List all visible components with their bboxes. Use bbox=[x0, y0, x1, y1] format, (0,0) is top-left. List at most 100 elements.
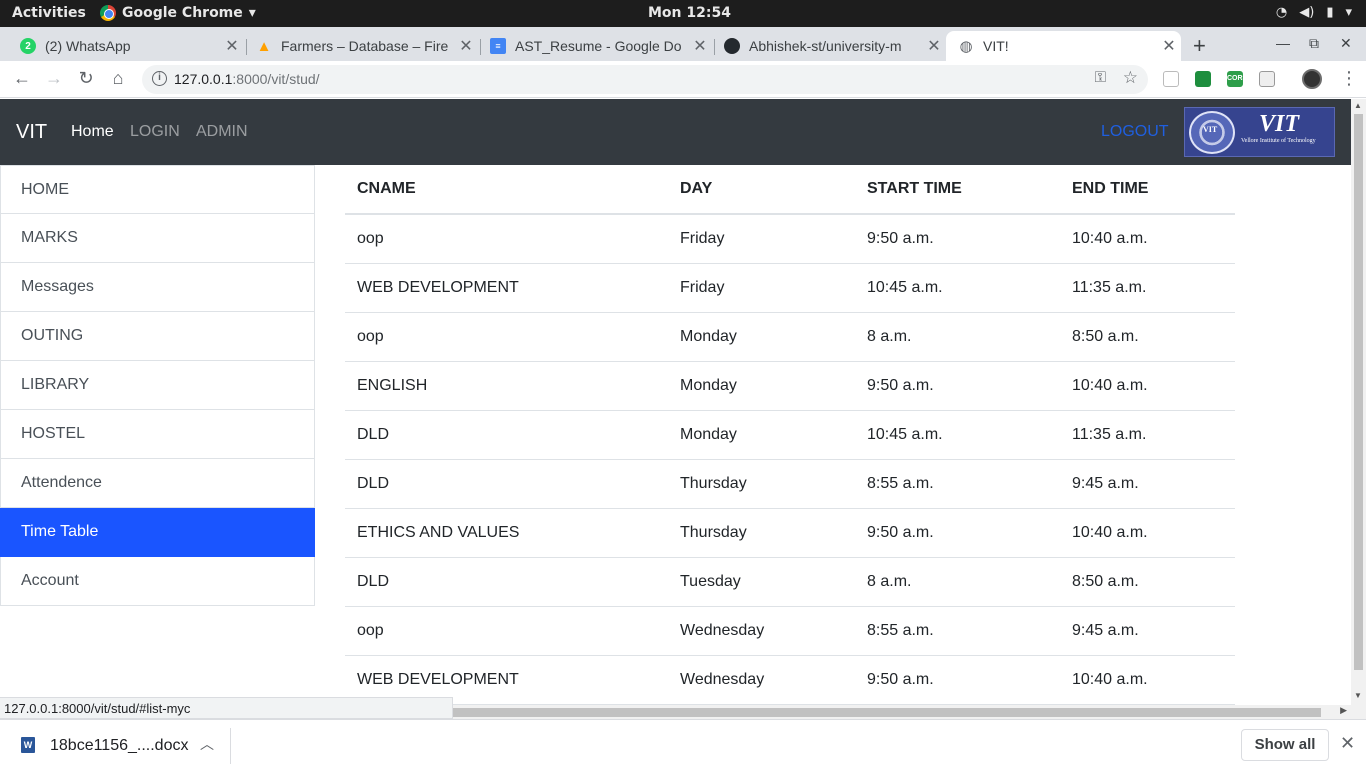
cell-day: Friday bbox=[668, 214, 855, 264]
scroll-right-icon[interactable]: ▶ bbox=[1340, 705, 1347, 716]
cell-cname: DLD bbox=[345, 410, 668, 460]
table-row: WEB DEVELOPMENT Friday 10:45 a.m. 11:35 a.m… bbox=[345, 263, 1235, 313]
activities-button[interactable]: Activities bbox=[12, 5, 86, 21]
cell-start-time: 8 a.m. bbox=[855, 312, 1060, 362]
scrollbar-thumb[interactable] bbox=[1354, 114, 1363, 670]
scroll-up-icon[interactable]: ▲ bbox=[1354, 101, 1362, 110]
table-row: WEB DEVELOPMENT Wednesday 9:50 a.m. 10:40 a… bbox=[345, 655, 1235, 705]
tab-title: Abhishek-st/university-m bbox=[749, 38, 902, 54]
menu-icon[interactable]: ⋮ bbox=[1340, 68, 1358, 89]
sidebar-item-account[interactable]: Account bbox=[0, 557, 315, 606]
cell-end-time: 10:40 a.m. bbox=[1060, 655, 1235, 705]
sidebar-item-messages[interactable]: Messages bbox=[0, 263, 315, 312]
scrollbar-thumb[interactable] bbox=[453, 708, 1321, 717]
sidebar-item-hostel[interactable]: HOSTEL bbox=[0, 410, 315, 459]
app-menu-label: Google Chrome bbox=[122, 5, 243, 21]
sidebar-item-time-table[interactable]: Time Table bbox=[0, 508, 315, 557]
tab-title: AST_Resume - Google Do bbox=[515, 38, 682, 54]
cell-end-time: 8:50 a.m. bbox=[1060, 557, 1235, 607]
vit-seal-icon: VIT bbox=[1189, 111, 1235, 154]
nav-link-home[interactable]: Home bbox=[71, 123, 114, 141]
tab-vit[interactable]: ◍ VIT! ✕ bbox=[946, 31, 1181, 61]
cell-cname: WEB DEVELOPMENT bbox=[345, 263, 668, 313]
system-top-bar: Activities Google Chrome ▾ Mon 12:54 ◔ ◀… bbox=[0, 0, 1366, 27]
extension-icon[interactable] bbox=[1163, 71, 1179, 87]
chrome-icon bbox=[100, 5, 116, 21]
nav-link-login[interactable]: LOGIN bbox=[130, 123, 180, 141]
clock[interactable]: Mon 12:54 bbox=[648, 5, 731, 21]
logo-subtitle: Vellore Institute of Technology bbox=[1241, 138, 1316, 144]
tab-google-docs[interactable]: ≡ AST_Resume - Google Do ✕ bbox=[480, 31, 712, 61]
cell-end-time: 11:35 a.m. bbox=[1060, 410, 1235, 460]
tab-github[interactable]: Abhishek-st/university-m ✕ bbox=[714, 31, 946, 61]
chevron-up-icon[interactable]: ︿ bbox=[200, 734, 214, 754]
reload-button[interactable]: ↻ bbox=[74, 68, 98, 89]
cell-start-time: 10:45 a.m. bbox=[855, 410, 1060, 460]
cell-end-time: 8:50 a.m. bbox=[1060, 312, 1235, 362]
profile-avatar[interactable] bbox=[1302, 69, 1322, 89]
volume-icon: ◀) bbox=[1299, 5, 1315, 20]
window-close-button[interactable]: ✕ bbox=[1340, 35, 1352, 52]
close-icon[interactable]: ✕ bbox=[926, 36, 942, 56]
column-header-end-time: END TIME bbox=[1060, 165, 1235, 215]
close-icon[interactable]: ✕ bbox=[1340, 733, 1355, 754]
table-row: DLD Thursday 8:55 a.m. 9:45 a.m. bbox=[345, 459, 1235, 509]
word-document-icon: W bbox=[21, 737, 35, 753]
bookmark-star-icon[interactable]: ☆ bbox=[1123, 68, 1138, 88]
table-row: oop Friday 9:50 a.m. 10:40 a.m. bbox=[345, 214, 1235, 264]
close-icon[interactable]: ✕ bbox=[692, 36, 708, 56]
whatsapp-icon: 2 bbox=[20, 38, 36, 54]
browser-toolbar: ← → ↻ ⌂ i 127.0.0.1:8000/vit/stud/ ⚿ ☆ C… bbox=[0, 61, 1366, 98]
cell-day: Tuesday bbox=[668, 557, 855, 607]
restore-button[interactable]: ⧉ bbox=[1309, 35, 1319, 52]
cell-end-time: 10:40 a.m. bbox=[1060, 508, 1235, 558]
tab-firebase[interactable]: ▲ Farmers – Database – Fire ✕ bbox=[246, 31, 478, 61]
tab-title: VIT! bbox=[983, 38, 1009, 54]
chevron-down-icon: ▾ bbox=[248, 5, 256, 21]
vertical-scrollbar[interactable]: ▲ ▼ bbox=[1351, 99, 1366, 719]
show-all-button[interactable]: Show all bbox=[1241, 729, 1329, 761]
sidebar-item-attendence[interactable]: Attendence bbox=[0, 459, 315, 508]
cell-cname: oop bbox=[345, 312, 668, 362]
close-icon[interactable]: ✕ bbox=[1161, 36, 1177, 56]
cors-extension-icon[interactable]: CORS bbox=[1227, 71, 1247, 87]
sidebar-item-marks[interactable]: MARKS bbox=[0, 214, 315, 263]
scroll-down-icon[interactable]: ▼ bbox=[1354, 691, 1362, 700]
tab-whatsapp[interactable]: 2 (2) WhatsApp ✕ bbox=[0, 31, 244, 61]
new-tab-button[interactable]: + bbox=[1193, 33, 1206, 59]
app-menu[interactable]: Google Chrome ▾ bbox=[100, 5, 256, 21]
sidebar-item-library[interactable]: LIBRARY bbox=[0, 361, 315, 410]
cell-start-time: 9:50 a.m. bbox=[855, 508, 1060, 558]
table-row: DLD Tuesday 8 a.m. 8:50 a.m. bbox=[345, 557, 1235, 607]
back-button[interactable]: ← bbox=[10, 68, 34, 89]
document-extension-icon[interactable] bbox=[1259, 71, 1275, 87]
cell-day: Monday bbox=[668, 410, 855, 460]
cell-start-time: 8:55 a.m. bbox=[855, 459, 1060, 509]
key-icon[interactable]: ⚿ bbox=[1095, 69, 1106, 86]
table-row: ETHICS AND VALUES Thursday 9:50 a.m. 10:40 … bbox=[345, 508, 1235, 558]
cell-end-time: 10:40 a.m. bbox=[1060, 361, 1235, 411]
minimize-button[interactable]: — bbox=[1276, 35, 1290, 51]
forward-button[interactable]: → bbox=[42, 68, 66, 89]
navbar-brand[interactable]: VIT bbox=[16, 121, 47, 144]
sidebar-list: HOME MARKS Messages OUTING LIBRARY HOSTE… bbox=[0, 165, 315, 606]
horizontal-scrollbar[interactable]: ▶ bbox=[453, 705, 1351, 719]
home-button[interactable]: ⌂ bbox=[106, 68, 130, 89]
wifi-icon: ◔ bbox=[1275, 5, 1288, 20]
cell-day: Thursday bbox=[668, 508, 855, 558]
logout-link[interactable]: LOGOUT bbox=[1101, 123, 1169, 141]
sidebar-item-outing[interactable]: OUTING bbox=[0, 312, 315, 361]
cell-day: Wednesday bbox=[668, 606, 855, 656]
cell-start-time: 9:50 a.m. bbox=[855, 655, 1060, 705]
sidebar-item-home[interactable]: HOME bbox=[0, 165, 315, 214]
info-icon[interactable]: i bbox=[152, 71, 167, 86]
nav-link-admin[interactable]: ADMIN bbox=[196, 123, 248, 141]
system-tray[interactable]: ◔ ◀) ▮ ▾ bbox=[1276, 5, 1352, 20]
timetable-body: oop Friday 9:50 a.m. 10:40 a.m. WEB DEVELOPM… bbox=[345, 214, 1235, 705]
address-bar[interactable]: i 127.0.0.1:8000/vit/stud/ ⚿ ☆ bbox=[142, 65, 1148, 94]
column-header-day: DAY bbox=[668, 165, 855, 215]
close-icon[interactable]: ✕ bbox=[224, 36, 240, 56]
cell-end-time: 9:45 a.m. bbox=[1060, 606, 1235, 656]
close-icon[interactable]: ✕ bbox=[458, 36, 474, 56]
extension-icon[interactable] bbox=[1195, 71, 1211, 87]
